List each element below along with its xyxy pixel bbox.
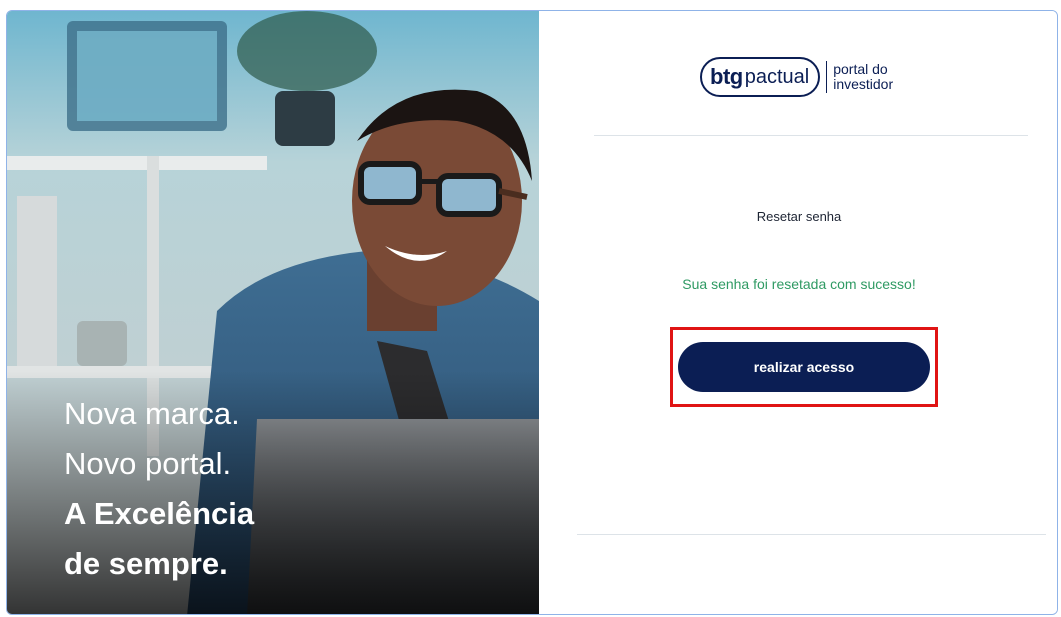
- logo-btg-text: btg: [710, 64, 743, 89]
- footer-divider: [577, 534, 1046, 535]
- logo-subtitle-line-2: investidor: [833, 76, 894, 92]
- page-title: Resetar senha: [756, 209, 842, 224]
- hero-line-2: Novo portal.: [64, 446, 232, 481]
- logo-separator: [826, 61, 828, 93]
- logo-subtitle-line-1: portal do: [833, 61, 888, 77]
- brand-logo: btg pactual portal do investidor: [700, 57, 893, 97]
- hero-tagline: Nova marca. Novo portal. A Excelência de…: [64, 389, 254, 589]
- logo-pactual-text: pactual: [744, 65, 810, 88]
- logo-subtitle: portal do investidor: [833, 62, 893, 92]
- hero-line-4: de sempre.: [64, 546, 228, 581]
- hero-line-3: A Excelência: [64, 496, 255, 531]
- header-divider: [594, 135, 1028, 136]
- hero-image: Nova marca. Novo portal. A Excelência de…: [7, 11, 539, 614]
- login-card: Nova marca. Novo portal. A Excelência de…: [6, 10, 1058, 615]
- success-message: Sua senha foi resetada com sucesso!: [682, 276, 916, 292]
- hero-line-1: Nova marca.: [64, 396, 240, 431]
- realizar-acesso-button[interactable]: realizar acesso: [678, 342, 930, 392]
- logo-pill: btg pactual: [700, 57, 821, 97]
- reset-panel: btg pactual portal do investidor Resetar…: [539, 11, 1057, 614]
